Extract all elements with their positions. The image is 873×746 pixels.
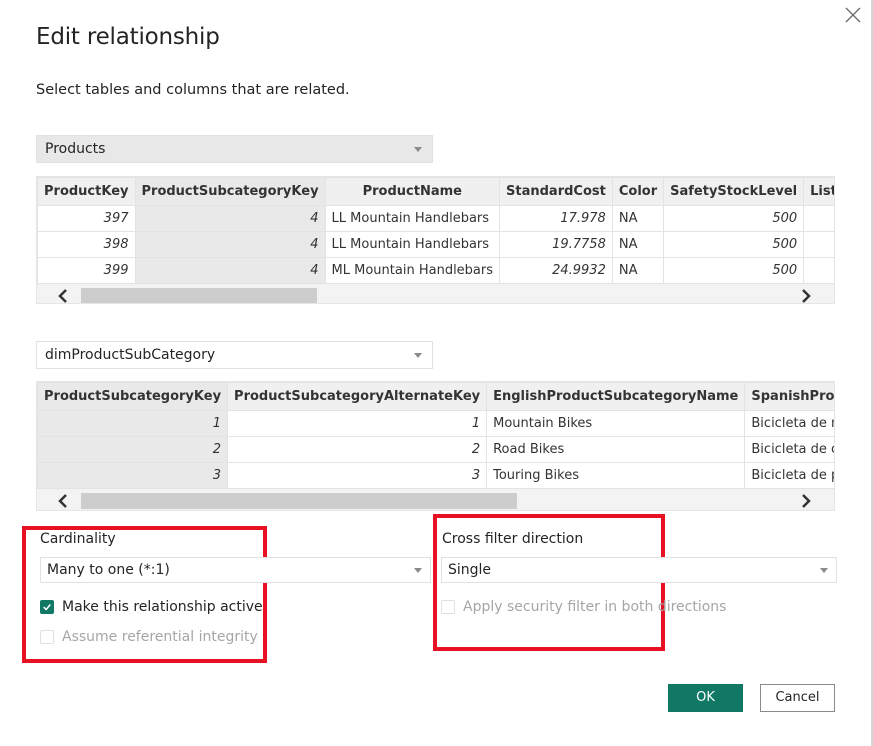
make-active-checkbox[interactable]: Make this relationship active bbox=[40, 599, 263, 615]
referential-integrity-label: Assume referential integrity bbox=[62, 629, 258, 645]
cross-filter-dropdown[interactable]: Single bbox=[441, 557, 837, 583]
chevron-down-icon bbox=[414, 147, 422, 152]
ok-button[interactable]: OK bbox=[668, 684, 743, 712]
close-button[interactable] bbox=[840, 2, 866, 28]
table-cell: 3 bbox=[227, 462, 488, 489]
table1-select[interactable]: Products bbox=[36, 135, 433, 163]
table-cell: 4 bbox=[134, 257, 326, 284]
table2-select[interactable]: dimProductSubCategory bbox=[36, 341, 433, 369]
table-cell: 3 bbox=[37, 462, 229, 489]
table-cell: 24.9932 bbox=[499, 257, 613, 284]
column-header[interactable]: ProductKey bbox=[37, 177, 136, 206]
table-row: 399 4 ML Mountain Handlebars 24.9932 NA … bbox=[37, 257, 834, 284]
table-cell: Bicicleta de paseo bbox=[744, 462, 834, 489]
table-cell: 1 bbox=[37, 410, 229, 437]
table-cell: 1 bbox=[227, 410, 488, 437]
table-cell: ML Mountain Handlebars bbox=[324, 257, 501, 284]
table-cell: Bicicleta de montaña bbox=[744, 410, 834, 437]
table2-header-row: ProductSubcategoryKey ProductSubcategory… bbox=[37, 382, 834, 411]
close-icon bbox=[845, 7, 861, 23]
table-cell: 17.978 bbox=[499, 205, 613, 232]
chevron-down-icon bbox=[414, 568, 422, 573]
table1-header-row: ProductKey ProductSubcategoryKey Product… bbox=[37, 177, 834, 206]
table-row: 398 4 LL Mountain Handlebars 19.7758 NA … bbox=[37, 231, 834, 258]
cardinality-value: Many to one (*:1) bbox=[47, 562, 170, 578]
table2-select-value: dimProductSubCategory bbox=[45, 347, 216, 363]
column-header[interactable]: SafetyStockLevel bbox=[663, 177, 805, 206]
table-cell: 398 bbox=[37, 231, 136, 258]
dialog-title: Edit relationship bbox=[36, 24, 220, 50]
table-cell: 4 bbox=[134, 231, 326, 258]
make-active-label: Make this relationship active bbox=[62, 599, 263, 615]
scrollbar-thumb[interactable] bbox=[81, 288, 317, 303]
scroll-right-icon[interactable] bbox=[796, 491, 816, 510]
cardinality-label: Cardinality bbox=[40, 531, 116, 547]
table-row: 3 3 Touring Bikes Bicicleta de paseo bbox=[37, 462, 834, 489]
table-cell: NA bbox=[611, 257, 665, 284]
column-header[interactable]: StandardCost bbox=[499, 177, 613, 206]
table-cell: Bicicleta de carretera bbox=[744, 436, 834, 463]
table1-horizontal-scrollbar[interactable] bbox=[37, 284, 834, 303]
dialog-subtitle: Select tables and columns that are relat… bbox=[36, 82, 350, 98]
column-header[interactable]: SpanishProductSubca bbox=[744, 382, 834, 411]
table2-horizontal-scrollbar[interactable] bbox=[37, 489, 834, 510]
column-header[interactable]: ListP bbox=[803, 177, 834, 206]
table-cell: LL Mountain Handlebars bbox=[324, 231, 501, 258]
table-cell: 19.7758 bbox=[499, 231, 613, 258]
table-row: 2 2 Road Bikes Bicicleta de carretera bbox=[37, 436, 834, 463]
table1-grid: ProductKey ProductSubcategoryKey Product… bbox=[36, 176, 835, 304]
checkbox-unchecked bbox=[441, 600, 455, 614]
table-cell: 2 bbox=[37, 436, 229, 463]
table1: ProductKey ProductSubcategoryKey Product… bbox=[37, 177, 834, 284]
table-cell: Touring Bikes bbox=[486, 462, 746, 489]
table-row: 397 4 LL Mountain Handlebars 17.978 NA 5… bbox=[37, 205, 834, 232]
checkbox-checked[interactable] bbox=[40, 600, 54, 614]
cardinality-dropdown[interactable]: Many to one (*:1) bbox=[40, 557, 431, 583]
table-row: 1 1 Mountain Bikes Bicicleta de montaña bbox=[37, 410, 834, 437]
checkmark-icon bbox=[43, 604, 51, 611]
cross-filter-value: Single bbox=[448, 562, 492, 578]
table2-grid: ProductSubcategoryKey ProductSubcategory… bbox=[36, 381, 835, 511]
table-cell: 4 bbox=[803, 205, 834, 232]
table-cell: 399 bbox=[37, 257, 136, 284]
table1-select-value: Products bbox=[45, 141, 106, 157]
security-filter-label: Apply security filter in both directions bbox=[463, 599, 727, 615]
table-cell: NA bbox=[611, 205, 665, 232]
scroll-left-icon[interactable] bbox=[53, 286, 73, 303]
cross-filter-label: Cross filter direction bbox=[442, 531, 584, 547]
table-cell: Road Bikes bbox=[486, 436, 746, 463]
scroll-left-icon[interactable] bbox=[53, 491, 73, 510]
column-header[interactable]: ProductName bbox=[324, 177, 501, 206]
table-cell: LL Mountain Handlebars bbox=[324, 205, 501, 232]
column-header[interactable]: Color bbox=[611, 177, 665, 206]
table-cell: 500 bbox=[663, 231, 805, 258]
column-header[interactable]: EnglishProductSubcategoryName bbox=[486, 382, 746, 411]
table-cell: NA bbox=[611, 231, 665, 258]
table-cell: 5 bbox=[803, 257, 834, 284]
chevron-down-icon bbox=[820, 568, 828, 573]
scroll-right-icon[interactable] bbox=[796, 286, 816, 303]
table2: ProductSubcategoryKey ProductSubcategory… bbox=[37, 382, 834, 489]
column-header[interactable]: ProductSubcategoryAlternateKey bbox=[227, 382, 488, 411]
chevron-down-icon bbox=[414, 353, 422, 358]
security-filter-checkbox: Apply security filter in both directions bbox=[441, 599, 726, 615]
column-header-selected[interactable]: ProductSubcategoryKey bbox=[134, 177, 326, 206]
table-cell: Mountain Bikes bbox=[486, 410, 746, 437]
table-cell bbox=[803, 231, 834, 258]
cancel-button[interactable]: Cancel bbox=[760, 684, 835, 712]
table-cell: 4 bbox=[134, 205, 326, 232]
referential-integrity-checkbox: Assume referential integrity bbox=[40, 629, 258, 645]
table-cell: 500 bbox=[663, 257, 805, 284]
checkbox-unchecked bbox=[40, 630, 54, 644]
scrollbar-thumb[interactable] bbox=[81, 493, 517, 509]
table-cell: 2 bbox=[227, 436, 488, 463]
table-cell: 500 bbox=[663, 205, 805, 232]
table-cell: 397 bbox=[37, 205, 136, 232]
column-header-selected[interactable]: ProductSubcategoryKey bbox=[37, 382, 229, 411]
